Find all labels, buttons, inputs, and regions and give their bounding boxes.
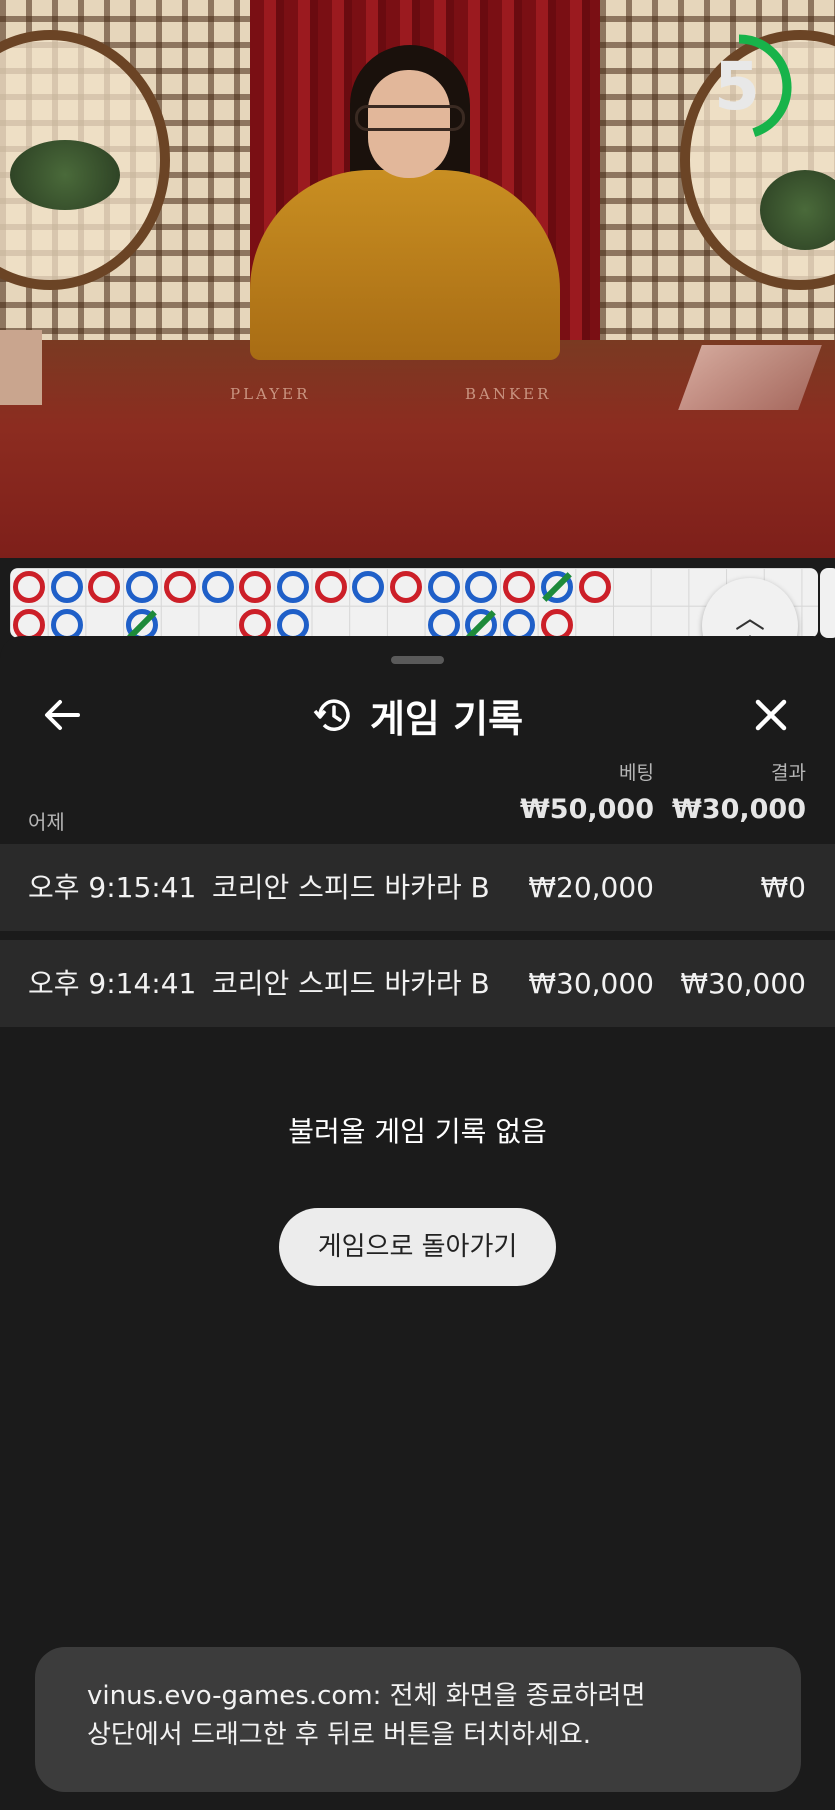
card-shoe [678,345,822,410]
bead-banker [88,571,121,603]
close-icon [755,699,787,731]
bead-road-edge [820,568,835,638]
bonsai-left [10,140,120,210]
bead-player [427,609,460,638]
row-result: ₩0 [760,871,807,904]
return-to-game-button[interactable]: 게임으로 돌아가기 [279,1208,556,1286]
bead-banker [163,571,196,603]
bead-player [50,571,83,603]
history-row[interactable]: 오후 9:15:41 코리안 스피드 바카라 B ₩20,000 ₩0 [0,844,835,931]
sheet-title: 게임 기록 [369,696,524,741]
row-time: 오후 9:15:41 [28,871,197,904]
bead-banker [13,609,45,638]
row-result: ₩30,000 [680,967,806,1000]
bead-banker [390,571,422,603]
day-total-bet: ₩50,000 [520,794,654,825]
history-row[interactable]: 오후 9:14:41 코리안 스피드 바카라 B ₩30,000 ₩30,000 [0,940,835,1027]
toast-line-1: vinus.evo-games.com: 전체 화면을 종료하려면 [87,1681,646,1711]
table-label-player: PLAYER [230,385,311,403]
empty-history-message: 불러올 게임 기록 없음 [288,1115,547,1148]
bead-banker [503,571,536,603]
row-time: 오후 9:14:41 [28,967,197,1000]
bead-road[interactable] [10,568,818,638]
bead-banker [239,571,272,603]
bead-banker [13,571,45,603]
fullscreen-toast: vinus.evo-games.com: 전체 화면을 종료하려면 상단에서 드… [35,1647,801,1792]
day-group-label: 어제 [28,810,65,834]
column-header-bet: 베팅 [619,762,654,784]
row-bet: ₩20,000 [528,871,654,904]
row-game: 코리안 스피드 바카라 B [212,871,490,904]
sheet-drag-handle[interactable] [391,656,444,664]
countdown-number: 5 [714,48,760,125]
bead-player [201,571,234,603]
bead-player [50,609,83,638]
card-box [0,330,42,405]
bead-player [276,571,309,603]
bead-player [352,571,385,603]
bead-banker [239,609,272,638]
history-icon [313,699,350,731]
live-video-feed: PLAYER BANKER 5 [0,0,835,558]
row-game: 코리안 스피드 바카라 B [212,967,490,1000]
sheet-header: 게임 기록 [0,682,835,748]
toast-line-2: 상단에서 드래그한 후 뒤로 버튼을 터치하세요. [87,1720,592,1750]
dealer-body [250,170,560,360]
bead-banker [578,571,611,603]
dealer-glasses [355,105,465,131]
bead-player [126,571,159,603]
bead-player [465,571,498,603]
table-label-banker: BANKER [465,385,552,403]
bead-banker [540,609,573,638]
day-total-result: ₩30,000 [672,794,806,825]
row-bet: ₩30,000 [528,967,654,1000]
bead-player [503,609,536,638]
game-history-sheet: 게임 기록 베팅 결과 어제 ₩50,000 ₩30,000 오후 9:15:4… [0,636,835,1810]
close-button[interactable] [738,682,804,748]
bead-banker [314,571,347,603]
bead-player [427,571,460,603]
column-header-result: 결과 [771,762,806,784]
bead-player [276,609,309,638]
